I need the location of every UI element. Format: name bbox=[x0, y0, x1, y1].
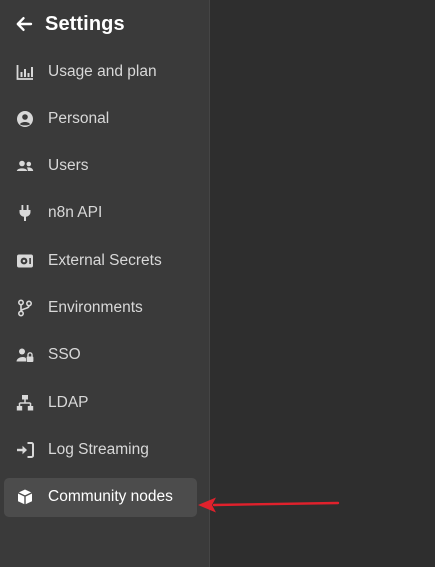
settings-sidebar: Settings Usage and plan Personal Users n… bbox=[0, 0, 210, 567]
annotation-arrow-icon bbox=[198, 497, 340, 513]
sidebar-item-ldap[interactable]: LDAP bbox=[4, 383, 197, 422]
back-to-settings[interactable]: Settings bbox=[15, 10, 125, 38]
bar-chart-icon bbox=[16, 63, 34, 81]
settings-menu: Usage and plan Personal Users n8n API Ex… bbox=[4, 52, 197, 525]
sidebar-item-label: External Secrets bbox=[48, 251, 162, 269]
sidebar-item-log-streaming[interactable]: Log Streaming bbox=[4, 430, 197, 469]
branch-icon bbox=[16, 299, 34, 317]
cube-icon bbox=[16, 488, 34, 506]
sidebar-item-label: Personal bbox=[48, 109, 110, 127]
sidebar-item-label: Community nodes bbox=[48, 488, 173, 506]
plug-icon bbox=[16, 204, 34, 222]
network-icon bbox=[16, 394, 34, 412]
sidebar-item-community-nodes[interactable]: Community nodes bbox=[4, 477, 197, 517]
sidebar-item-sso[interactable]: SSO bbox=[4, 336, 197, 375]
sidebar-item-label: SSO bbox=[48, 346, 81, 364]
page-title: Settings bbox=[45, 12, 125, 35]
sidebar-item-label: Log Streaming bbox=[48, 440, 149, 458]
sidebar-item-label: n8n API bbox=[48, 204, 103, 222]
sidebar-item-external-secrets[interactable]: External Secrets bbox=[4, 241, 197, 280]
sidebar-item-label: Usage and plan bbox=[48, 62, 157, 80]
sidebar-item-environments[interactable]: Environments bbox=[4, 288, 197, 327]
arrow-left-icon[interactable] bbox=[15, 15, 33, 33]
sidebar-item-users[interactable]: Users bbox=[4, 147, 197, 186]
user-circle-icon bbox=[16, 110, 34, 128]
user-lock-icon bbox=[16, 346, 34, 364]
app-window: Settings Usage and plan Personal Users n… bbox=[0, 0, 435, 567]
sign-in-icon bbox=[16, 441, 34, 459]
sidebar-item-usage-and-plan[interactable]: Usage and plan bbox=[4, 52, 197, 91]
sidebar-item-n8n-api[interactable]: n8n API bbox=[4, 194, 197, 233]
sidebar-item-personal[interactable]: Personal bbox=[4, 99, 197, 138]
vault-icon bbox=[16, 252, 34, 270]
sidebar-item-label: LDAP bbox=[48, 393, 89, 411]
sidebar-item-label: Users bbox=[48, 157, 89, 175]
sidebar-item-label: Environments bbox=[48, 298, 143, 316]
users-icon bbox=[16, 157, 34, 175]
